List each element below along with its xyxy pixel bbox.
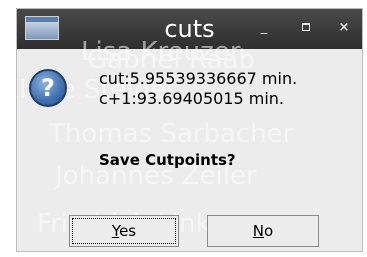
background-name: Thomas Sarbacher bbox=[49, 119, 294, 149]
maximize-button[interactable] bbox=[296, 19, 316, 37]
yes-button[interactable]: Yes bbox=[69, 215, 179, 247]
title-bar[interactable]: cuts _ × bbox=[17, 9, 362, 49]
maximize-icon bbox=[302, 23, 310, 31]
no-button[interactable]: No bbox=[207, 215, 319, 247]
question-text: Save Cutpoints? bbox=[99, 151, 236, 169]
yes-label: es bbox=[119, 222, 137, 240]
no-mnemonic: N bbox=[252, 222, 265, 240]
message-text: cut:5.95539336667 min. c+1:93.69405015 m… bbox=[99, 69, 297, 109]
dialog-window: cuts _ × Lisa Kreuzer Gabriel Raab Inge … bbox=[16, 8, 363, 252]
close-button[interactable]: × bbox=[334, 19, 354, 37]
no-label: o bbox=[264, 222, 274, 240]
yes-mnemonic: Y bbox=[111, 222, 120, 240]
question-icon: ? bbox=[29, 69, 67, 107]
cut-line: cut:5.95539336667 min. bbox=[99, 69, 298, 88]
minimize-button[interactable]: _ bbox=[254, 19, 274, 37]
cut-plus-one-line: c+1:93.69405015 min. bbox=[99, 89, 284, 108]
